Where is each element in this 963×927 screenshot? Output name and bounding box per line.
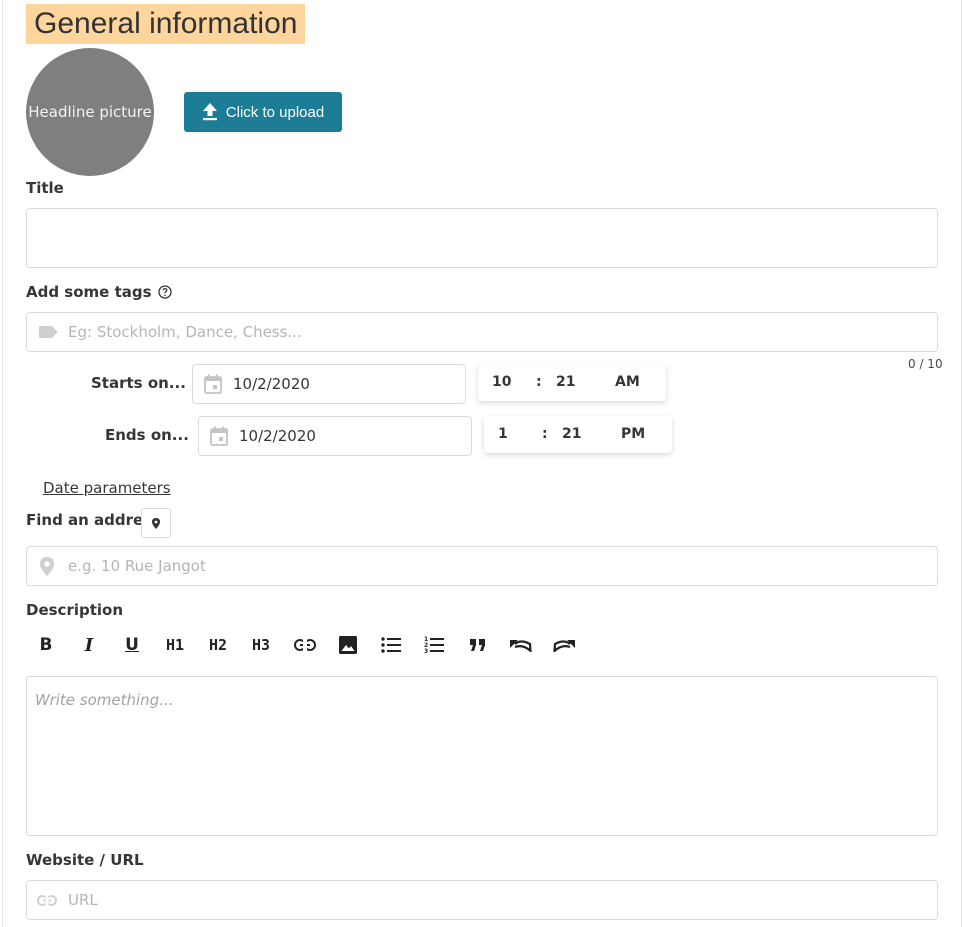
website-field[interactable] — [26, 880, 938, 920]
tag-icon — [37, 326, 59, 338]
image-icon — [339, 636, 357, 654]
upload-button-label: Click to upload — [225, 103, 325, 121]
ends-minute[interactable]: 21 — [562, 426, 581, 442]
heading-1-icon: H1 — [165, 636, 185, 654]
blockquote-button[interactable] — [463, 630, 493, 660]
ends-date-value: 10/2/2020 — [239, 427, 316, 445]
redo-icon — [553, 638, 575, 652]
starts-time-picker[interactable]: 10 : 21 AM — [478, 364, 666, 401]
heading-2-button[interactable]: H2 — [203, 630, 233, 660]
calendar-icon — [203, 374, 223, 394]
starts-date-field[interactable]: 10/2/2020 — [192, 364, 466, 404]
headline-picture-label: Headline picture — [28, 103, 152, 121]
heading-3-icon: H3 — [251, 636, 271, 654]
title-label: Title — [26, 179, 64, 197]
title-input[interactable] — [39, 209, 925, 267]
italic-button[interactable]: I — [74, 630, 104, 660]
bullet-list-button[interactable] — [376, 630, 406, 660]
description-editor[interactable] — [26, 676, 938, 836]
ordered-list-button[interactable]: 123 — [419, 630, 449, 660]
address-field[interactable] — [26, 546, 938, 586]
undo-icon — [510, 638, 532, 652]
tags-input[interactable] — [68, 313, 927, 351]
starts-period[interactable]: AM — [615, 374, 640, 390]
ordered-list-icon: 123 — [424, 636, 444, 654]
help-circle-icon[interactable] — [157, 285, 172, 299]
ends-hour[interactable]: 1 — [498, 426, 508, 442]
link-icon — [294, 639, 316, 651]
italic-icon: I — [84, 634, 94, 656]
ends-date-field[interactable]: 10/2/2020 — [198, 416, 472, 456]
starts-label: Starts on... — [91, 374, 186, 392]
starts-hour[interactable]: 10 — [492, 374, 511, 390]
locate-button[interactable] — [141, 508, 171, 538]
tags-field[interactable] — [26, 312, 938, 352]
page-right-border — [961, 0, 962, 927]
tags-label-group: Add some tags — [26, 283, 172, 301]
starts-time-separator: : — [536, 374, 542, 390]
website-label: Website / URL — [26, 851, 144, 869]
calendar-icon — [209, 426, 229, 446]
description-textarea[interactable] — [35, 691, 929, 821]
svg-text:3: 3 — [424, 648, 428, 654]
tags-counter: 0 / 10 — [908, 357, 943, 371]
bold-icon: B — [39, 635, 53, 655]
description-label: Description — [26, 601, 124, 619]
ends-time-separator: : — [542, 426, 548, 442]
underline-button[interactable]: U — [117, 630, 147, 660]
heading-2-icon: H2 — [208, 636, 228, 654]
headline-picture[interactable]: Headline picture — [26, 48, 154, 176]
image-button[interactable] — [333, 630, 363, 660]
heading-1-button[interactable]: H1 — [160, 630, 190, 660]
heading-3-button[interactable]: H3 — [246, 630, 276, 660]
underline-icon: U — [125, 635, 139, 655]
ends-period[interactable]: PM — [621, 426, 645, 442]
upload-button[interactable]: Click to upload — [184, 92, 342, 132]
redo-button[interactable] — [549, 630, 579, 660]
map-pin-icon — [152, 517, 160, 529]
address-input[interactable] — [68, 547, 927, 585]
title-field[interactable] — [26, 208, 938, 268]
website-input[interactable] — [68, 881, 927, 919]
starts-date-value: 10/2/2020 — [233, 375, 310, 393]
link-icon — [37, 894, 57, 906]
ends-time-picker[interactable]: 1 : 21 PM — [484, 416, 672, 453]
tags-label: Add some tags — [26, 283, 152, 301]
page-left-border — [2, 0, 3, 927]
undo-button[interactable] — [506, 630, 536, 660]
map-pin-icon — [37, 556, 57, 576]
quote-icon — [470, 639, 486, 651]
section-title: General information — [26, 4, 306, 44]
bullet-list-icon — [381, 637, 401, 653]
link-button[interactable] — [290, 630, 320, 660]
upload-icon — [202, 103, 218, 121]
starts-minute[interactable]: 21 — [556, 374, 575, 390]
ends-label: Ends on... — [105, 426, 189, 444]
date-parameters-link[interactable]: Date parameters — [43, 479, 171, 497]
bold-button[interactable]: B — [31, 630, 61, 660]
